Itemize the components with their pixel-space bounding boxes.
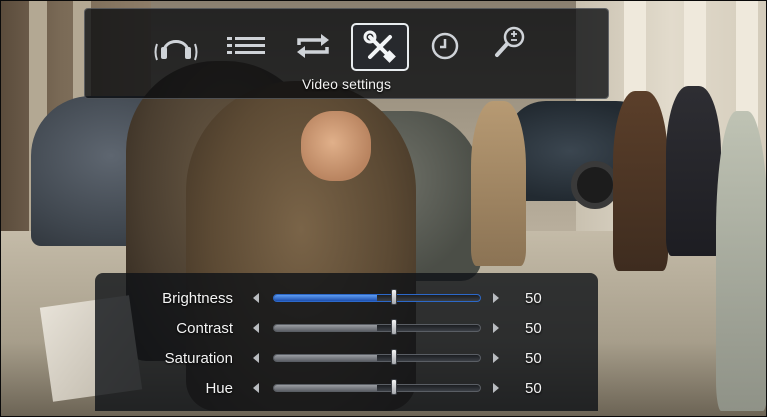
hue-slider-fill xyxy=(274,385,377,391)
saturation-slider-fill xyxy=(274,355,377,361)
contrast-slider-thumb[interactable] xyxy=(391,319,397,335)
decrease-arrow-icon[interactable] xyxy=(253,323,259,333)
saturation-setting-row[interactable]: Saturation 50 xyxy=(95,347,598,371)
increase-arrow-icon[interactable] xyxy=(493,353,499,363)
brightness-value: 50 xyxy=(525,290,542,307)
hue-slider-thumb[interactable] xyxy=(391,379,397,395)
contrast-value: 50 xyxy=(525,320,542,337)
clock-icon[interactable] xyxy=(422,23,468,69)
hue-value: 50 xyxy=(525,380,542,397)
zoom-icon[interactable] xyxy=(487,19,533,65)
brightness-slider-track[interactable] xyxy=(273,294,481,302)
pedestrian xyxy=(716,111,766,411)
hue-slider-track[interactable] xyxy=(273,384,481,392)
brightness-label: Brightness xyxy=(162,290,233,307)
headphones-icon[interactable] xyxy=(153,23,199,69)
rider-front-face xyxy=(301,111,371,181)
repeat-icon[interactable] xyxy=(290,23,336,69)
hue-label: Hue xyxy=(205,380,233,397)
hue-setting-row[interactable]: Hue 50 xyxy=(95,377,598,401)
brightness-setting-row[interactable]: Brightness 50 xyxy=(95,287,598,311)
saturation-label: Saturation xyxy=(164,350,233,367)
saturation-slider-track[interactable] xyxy=(273,354,481,362)
contrast-slider-fill xyxy=(274,325,377,331)
pedestrian xyxy=(613,91,668,271)
tools-icon[interactable] xyxy=(351,23,409,71)
increase-arrow-icon[interactable] xyxy=(493,293,499,303)
pedestrian xyxy=(471,101,526,266)
saturation-value: 50 xyxy=(525,350,542,367)
pedestrian xyxy=(666,86,721,256)
top-menu-bar: Video settings xyxy=(84,8,609,99)
contrast-slider-track[interactable] xyxy=(273,324,481,332)
contrast-label: Contrast xyxy=(176,320,233,337)
decrease-arrow-icon[interactable] xyxy=(253,383,259,393)
video-settings-panel: Brightness 50 Contrast 50 Saturation 50 … xyxy=(95,273,598,411)
media-player-screen: Video settings Brightness 50 Contrast 50… xyxy=(0,0,767,417)
contrast-setting-row[interactable]: Contrast 50 xyxy=(95,317,598,341)
increase-arrow-icon[interactable] xyxy=(493,383,499,393)
menu-selected-caption: Video settings xyxy=(301,76,392,92)
brightness-slider-thumb[interactable] xyxy=(391,289,397,305)
saturation-slider-thumb[interactable] xyxy=(391,349,397,365)
brightness-slider-fill xyxy=(274,295,377,301)
decrease-arrow-icon[interactable] xyxy=(253,293,259,303)
list-icon[interactable] xyxy=(223,23,269,69)
decrease-arrow-icon[interactable] xyxy=(253,353,259,363)
increase-arrow-icon[interactable] xyxy=(493,323,499,333)
car-wheel xyxy=(571,161,619,209)
